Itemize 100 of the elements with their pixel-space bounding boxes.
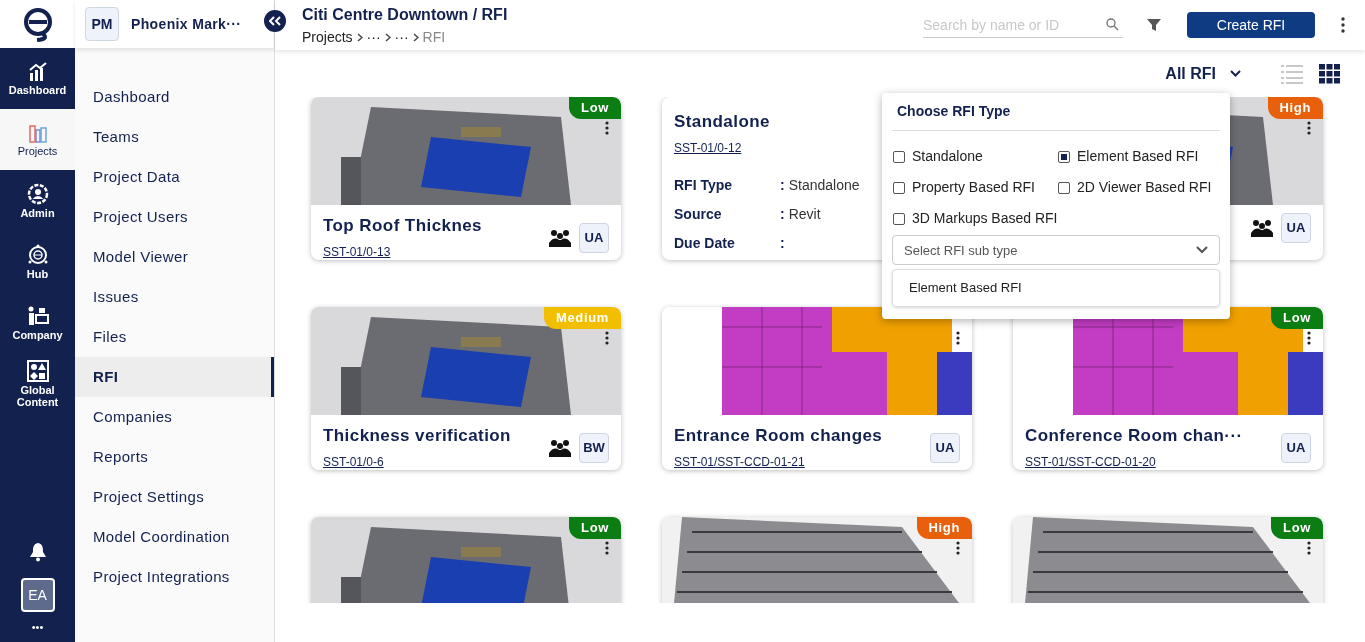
chevron-down-icon bbox=[1196, 246, 1208, 254]
rfi-card[interactable]: Low Top Roof Thicknes SST-01/0-13 UA bbox=[311, 97, 621, 260]
nav-item[interactable]: Project Users bbox=[75, 197, 274, 237]
assignee-badge: UA bbox=[1281, 432, 1311, 463]
chevron-right-icon bbox=[384, 32, 391, 42]
assignee-badge: BW bbox=[579, 432, 609, 463]
rfi-card[interactable]: Low Conference Room chan··· SST-01/SST-CCD-01-20 UA bbox=[1013, 307, 1323, 470]
nav-item[interactable]: Model Viewer bbox=[75, 237, 274, 277]
rfi-type-option[interactable]: 2D Viewer Based RFI bbox=[1058, 177, 1220, 198]
more-vertical-icon[interactable] bbox=[956, 331, 960, 345]
priority-badge: High bbox=[916, 517, 972, 539]
nav-item[interactable]: Model Coordination bbox=[75, 517, 274, 557]
create-rfi-button[interactable]: Create RFI bbox=[1187, 12, 1315, 38]
nav-item[interactable]: Project Settings bbox=[75, 477, 274, 517]
breadcrumb-link[interactable]: ··· bbox=[394, 26, 409, 48]
priority-badge: Low bbox=[1271, 517, 1323, 539]
collapse-button[interactable] bbox=[264, 10, 286, 32]
field-separator: : bbox=[780, 204, 785, 224]
nav-item[interactable]: Reports bbox=[75, 437, 274, 477]
field-separator: : bbox=[780, 233, 785, 253]
chart-icon bbox=[27, 61, 48, 82]
rfi-title: Standalone bbox=[674, 111, 770, 133]
assignee-badge: UA bbox=[930, 432, 960, 463]
suggestion-item[interactable]: Element Based RFI bbox=[893, 270, 1219, 306]
rfi-id-link[interactable]: SST-01/SST-CCD-01-21 bbox=[674, 454, 805, 469]
project-avatar: PM bbox=[85, 7, 119, 41]
more-menu[interactable]: ••• bbox=[31, 620, 44, 634]
rfi-card[interactable]: Entrance Room changes SST-01/SST-CCD-01-21 UA bbox=[662, 307, 972, 470]
priority-badge: Low bbox=[1271, 307, 1323, 329]
checkbox[interactable] bbox=[893, 150, 905, 163]
nav-item[interactable]: RFI bbox=[75, 357, 274, 397]
more-vertical-icon[interactable] bbox=[1307, 541, 1311, 555]
rfi-type-option[interactable]: Element Based RFI bbox=[1058, 146, 1220, 167]
more-vertical-icon[interactable] bbox=[605, 121, 609, 135]
checkbox[interactable] bbox=[1058, 181, 1070, 194]
rfi-title: Top Roof Thicknes bbox=[323, 215, 483, 237]
rfi-card[interactable]: Low bbox=[311, 517, 621, 603]
more-vertical-icon[interactable] bbox=[605, 331, 609, 345]
logo-icon bbox=[22, 6, 53, 42]
chevron-right-icon bbox=[412, 32, 419, 42]
more-vertical-icon[interactable] bbox=[1307, 121, 1311, 135]
rail-item[interactable]: Projects bbox=[0, 109, 75, 170]
field-value: Standalone bbox=[788, 175, 860, 195]
field-separator: : bbox=[780, 175, 785, 195]
filter-icon[interactable] bbox=[1147, 18, 1161, 32]
buildings-icon bbox=[27, 122, 48, 143]
rail-item[interactable]: Dashboard bbox=[0, 48, 75, 109]
double-chevron-left-icon bbox=[269, 16, 281, 26]
rfi-id-link[interactable]: SST-01/0-12 bbox=[674, 140, 742, 155]
chevron-right-icon bbox=[356, 32, 363, 42]
bell-icon[interactable] bbox=[28, 542, 47, 562]
more-vertical-icon[interactable] bbox=[1307, 331, 1311, 345]
breadcrumb-link[interactable]: Projects bbox=[302, 26, 353, 48]
breadcrumb-link[interactable]: ··· bbox=[366, 26, 381, 48]
field-label: RFI Type bbox=[674, 175, 734, 195]
shapes-icon bbox=[26, 359, 49, 382]
rail-item[interactable]: Company bbox=[0, 292, 75, 353]
checkbox[interactable] bbox=[893, 212, 905, 225]
more-vertical-icon[interactable] bbox=[956, 541, 960, 555]
globe-network-icon bbox=[26, 243, 49, 266]
field-label: Source bbox=[674, 204, 723, 224]
field-value: Revit bbox=[788, 204, 821, 224]
rfi-title: Conference Room chan··· bbox=[1025, 425, 1244, 447]
rfi-card[interactable]: Medium Thickness verification SST-01/0-6 BW bbox=[311, 307, 621, 470]
rail-item[interactable]: Global Content bbox=[0, 353, 75, 414]
nav-item[interactable]: Issues bbox=[75, 277, 274, 317]
more-vertical-icon[interactable] bbox=[605, 541, 609, 555]
rfi-id-link[interactable]: SST-01/0-13 bbox=[323, 244, 391, 259]
nav-item[interactable]: Files bbox=[75, 317, 274, 357]
popup-title: Choose RFI Type bbox=[892, 93, 1220, 131]
more-vertical-icon[interactable] bbox=[1341, 17, 1345, 33]
priority-badge: Low bbox=[569, 97, 621, 119]
rfi-filter-dropdown[interactable]: All RFI bbox=[1165, 61, 1241, 86]
subtype-select[interactable]: Select RFI sub type bbox=[892, 235, 1220, 265]
chevron-down-icon bbox=[1230, 70, 1241, 77]
priority-badge: High bbox=[1267, 97, 1323, 119]
priority-badge: Medium bbox=[544, 307, 621, 329]
nav-item[interactable]: Teams bbox=[75, 117, 274, 157]
page-title: Citi Centre Downtown / RFI bbox=[302, 4, 509, 25]
search-icon[interactable] bbox=[1106, 18, 1119, 31]
rfi-card[interactable]: Low bbox=[1013, 517, 1323, 603]
checkbox[interactable] bbox=[1058, 150, 1070, 163]
nav-item[interactable]: Companies bbox=[75, 397, 274, 437]
rfi-id-link[interactable]: SST-01/0-6 bbox=[323, 454, 384, 469]
project-name[interactable]: Phoenix Mark··· bbox=[131, 13, 242, 35]
assignee-badge: UA bbox=[1281, 213, 1311, 243]
rail-item[interactable]: Hub bbox=[0, 231, 75, 292]
rfi-id-link[interactable]: SST-01/SST-CCD-01-20 bbox=[1025, 454, 1156, 469]
nav-item[interactable]: Dashboard bbox=[75, 77, 274, 117]
breadcrumb-link[interactable]: RFI bbox=[422, 26, 446, 48]
user-avatar[interactable]: EA bbox=[20, 578, 55, 612]
rfi-title: Entrance Room changes bbox=[674, 425, 884, 447]
user-gear-icon bbox=[26, 182, 49, 205]
field-label: Due Date bbox=[674, 233, 736, 253]
nav-item[interactable]: Project Data bbox=[75, 157, 274, 197]
grid-view-icon[interactable] bbox=[1319, 63, 1341, 84]
priority-badge: Low bbox=[569, 517, 621, 539]
rail-item[interactable]: Admin bbox=[0, 170, 75, 231]
nav-item[interactable]: Project Integrations bbox=[75, 557, 274, 597]
checkbox[interactable] bbox=[893, 181, 905, 194]
